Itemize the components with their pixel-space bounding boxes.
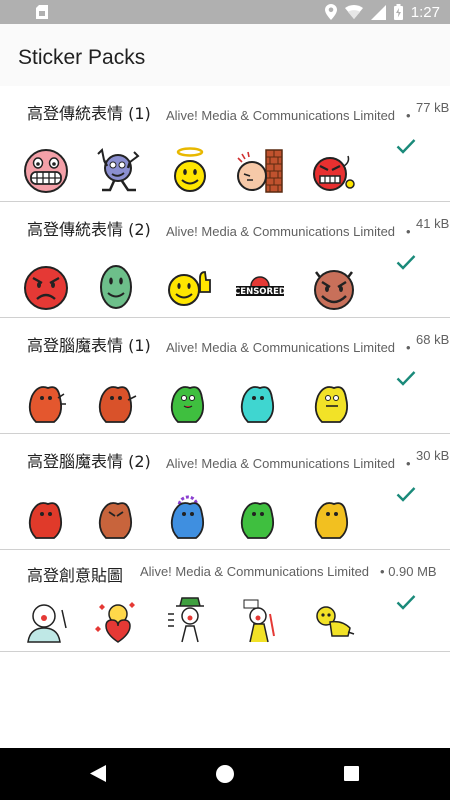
location-icon (324, 4, 337, 20)
status-bar: 1:27 (0, 0, 450, 24)
crawling-character-sticker (316, 606, 355, 637)
yellow-blob-sticker (314, 502, 349, 539)
pack-name: 高登創意貼圖 (27, 566, 124, 585)
heart-character-sticker (95, 602, 135, 643)
sim-card-icon (36, 5, 48, 19)
pack-name: 高登傳統表情 (1) (27, 104, 151, 123)
pack-publisher: Alive! Media & Communications Limited (166, 340, 396, 355)
angel-face-sticker (174, 147, 206, 192)
censored-sticker: CENSORED (234, 276, 286, 297)
angry-red-face-sticker (24, 266, 68, 310)
sticker-pack-item[interactable]: 高登傳統表情 (1) Alive! Media & Communications… (0, 86, 450, 202)
added-check-icon (396, 255, 416, 270)
sticker-pack-item[interactable]: 高登傳統表情 (2) Alive! Media & Communications… (0, 202, 450, 318)
hat-character-sticker (168, 597, 204, 643)
clock: 1:27 (410, 3, 440, 21)
separator-dot: • (406, 108, 411, 123)
dancing-face-sticker (97, 147, 140, 192)
pack-publisher: Alive! Media & Communications Limited (166, 108, 396, 123)
sticker-pack-item[interactable]: 高登腦魔表情 (2) Alive! Media & Communications… (0, 434, 450, 550)
devil-face-sticker (314, 270, 354, 310)
green-smile-face-sticker (100, 265, 132, 309)
green-blob-sticker (240, 502, 275, 539)
brown-blob-sticker (98, 502, 133, 539)
clown-character-sticker (27, 604, 67, 643)
sticker-pack-item[interactable]: 高登創意貼圖 Alive! Media & Communications Lim… (0, 550, 450, 652)
pack-name: 高登腦魔表情 (1) (27, 336, 151, 355)
separator-dot: • (406, 456, 411, 471)
pack-publisher: Alive! Media & Communications Limited (166, 224, 396, 239)
separator-dot: • (406, 340, 411, 355)
added-check-icon (396, 595, 416, 610)
pack-size: 30 kB (416, 448, 450, 463)
signal-icon (370, 4, 386, 20)
page-title: Sticker Packs (18, 46, 146, 69)
pack-name: 高登傳統表情 (2) (27, 220, 151, 239)
pack-size: 41 kB (416, 216, 450, 231)
red-blob-sticker (28, 502, 63, 539)
blue-blob-sticker (170, 495, 205, 539)
orange-blob-sticker (98, 386, 137, 423)
bomb-face-sticker (313, 155, 355, 191)
pack-publisher: Alive! Media & Communications Limited (166, 456, 396, 471)
pack-publisher: Alive! Media & Communications Limited (140, 564, 370, 579)
app-bar: Sticker Packs (0, 24, 450, 86)
censored-label: CENSORED (234, 287, 286, 297)
yellow-character-sticker (243, 599, 275, 643)
added-check-icon (396, 487, 416, 502)
head-bang-wall-sticker (237, 149, 283, 193)
thumbs-up-face-sticker (168, 271, 211, 306)
recents-icon[interactable] (344, 766, 359, 781)
wifi-icon (344, 5, 363, 19)
orange-blob-sticker (28, 386, 66, 423)
pack-size-value: 0.90 MB (388, 564, 437, 579)
pack-size: • 0.90 MB (380, 564, 450, 579)
battery-icon (393, 4, 403, 20)
added-check-icon (396, 139, 416, 154)
added-check-icon (396, 371, 416, 386)
separator-dot: • (406, 224, 411, 239)
grinning-face-sticker (24, 149, 68, 193)
pack-name: 高登腦魔表情 (2) (27, 452, 151, 471)
yellow-blob-sticker (314, 386, 349, 423)
home-icon[interactable] (216, 765, 234, 783)
pack-size: 68 kB (416, 332, 450, 347)
sticker-pack-list: 高登傳統表情 (1) Alive! Media & Communications… (0, 86, 450, 652)
navigation-bar (0, 748, 450, 800)
cyan-blob-sticker (240, 386, 275, 423)
back-icon[interactable] (89, 764, 107, 783)
green-blob-sticker (170, 386, 205, 423)
separator-dot: • (380, 564, 385, 579)
sticker-pack-item[interactable]: 高登腦魔表情 (1) Alive! Media & Communications… (0, 318, 450, 434)
pack-size: 77 kB (416, 100, 450, 115)
